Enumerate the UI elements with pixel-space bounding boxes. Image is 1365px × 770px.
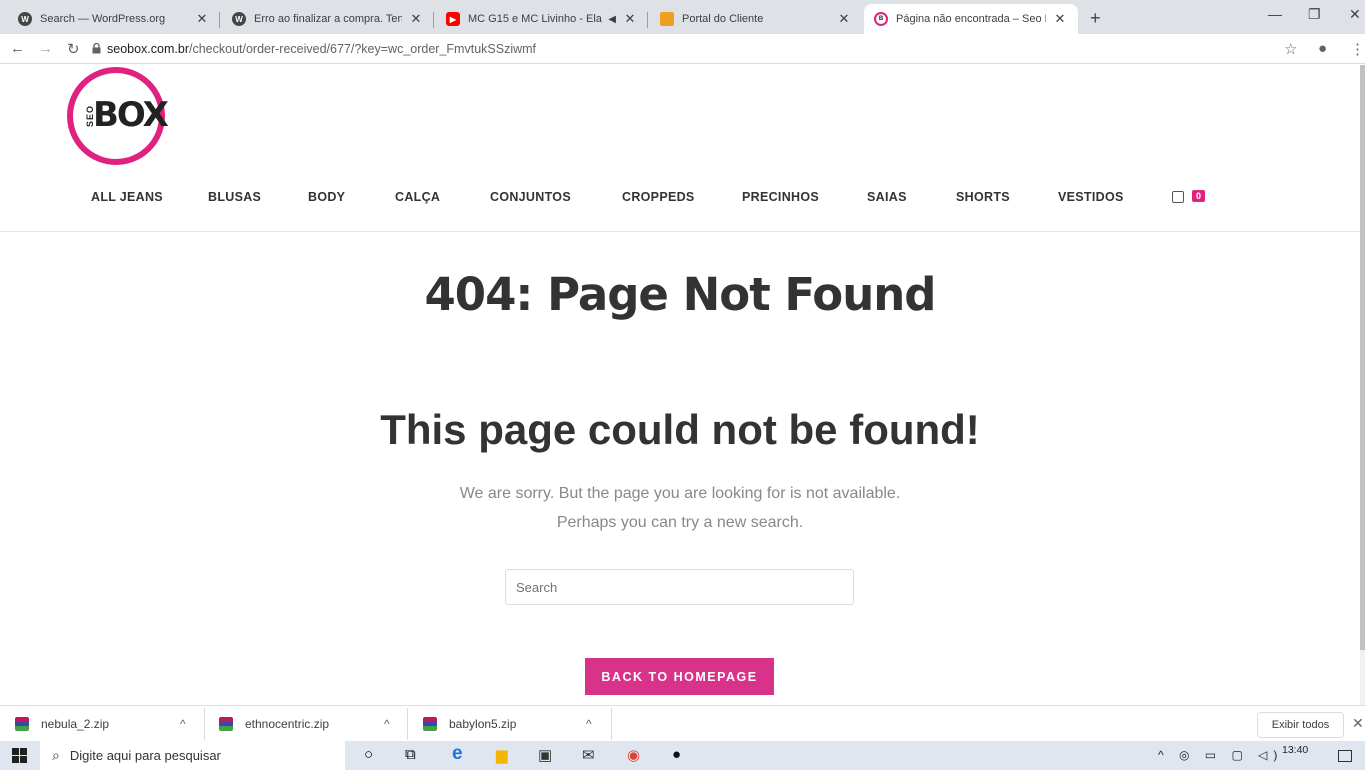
edge-icon[interactable]: e	[452, 743, 463, 765]
url-path: /checkout/order-received/677/?key=wc_ord…	[188, 42, 537, 56]
search-input[interactable]	[505, 569, 854, 605]
file-explorer-icon[interactable]: ▆	[496, 746, 508, 764]
star-icon[interactable]: ☆	[1284, 40, 1297, 58]
logo-box-text: BOX	[93, 95, 169, 135]
nav-body[interactable]: BODY	[308, 190, 345, 204]
chevron-up-icon[interactable]: ^	[586, 717, 592, 731]
taskbar-search[interactable]: ⌕ Digite aqui para pesquisar	[40, 741, 345, 770]
portal-icon	[660, 12, 674, 26]
close-window-button[interactable]: ✕	[1349, 6, 1361, 23]
lock-icon	[92, 43, 101, 54]
minimize-button[interactable]: —	[1268, 6, 1282, 22]
webpage: SEO BOX ALL JEANS BLUSAS BODY CALÇA CONJ…	[0, 65, 1360, 705]
page-title: 404: Page Not Found	[424, 268, 936, 321]
notifications-icon[interactable]	[1338, 750, 1352, 762]
scrollbar-thumb[interactable]	[1360, 65, 1365, 650]
download-item[interactable]: nebula_2.zip ^	[15, 706, 205, 742]
tab-title: Search — WordPress.org	[40, 13, 166, 25]
site-logo[interactable]: SEO BOX	[67, 67, 169, 165]
chevron-up-icon[interactable]: ^	[180, 717, 186, 731]
download-filename: ethnocentric.zip	[245, 717, 330, 731]
screen: W Search — WordPress.org ✕ W Erro ao fin…	[0, 0, 1365, 770]
chevron-up-icon[interactable]: ^	[384, 717, 390, 731]
tab-wordpress-search[interactable]: W Search — WordPress.org ✕	[8, 4, 220, 34]
wordpress-icon: W	[18, 12, 32, 26]
nav-croppeds[interactable]: CROPPEDS	[622, 190, 695, 204]
zip-file-icon	[219, 717, 233, 731]
mail-icon[interactable]: ✉	[582, 746, 595, 764]
close-tab-icon[interactable]: ✕	[408, 11, 424, 27]
windows-start-icon[interactable]	[12, 748, 27, 763]
tab-title: Página não encontrada – Seo Bo	[896, 13, 1046, 25]
windows-taskbar: ⌕ Digite aqui para pesquisar ○ ⧉ e ▆ ▣ ✉…	[0, 741, 1365, 770]
close-tab-icon[interactable]: ✕	[622, 11, 638, 27]
error-message-line2: Perhaps you can try a new search.	[556, 514, 804, 531]
store-icon[interactable]: ▣	[538, 746, 552, 764]
profile-icon[interactable]: ●	[1318, 40, 1327, 57]
new-tab-button[interactable]: +	[1090, 8, 1101, 29]
seobox-icon: B	[874, 12, 888, 26]
download-filename: nebula_2.zip	[41, 717, 110, 731]
download-shelf: nebula_2.zip ^ ethnocentric.zip ^ babylo…	[0, 705, 1365, 741]
tab-seobox-active[interactable]: B Página não encontrada – Seo Bo ✕	[864, 4, 1078, 34]
taskbar-search-placeholder: Digite aqui para pesquisar	[69, 748, 221, 763]
download-item[interactable]: ethnocentric.zip ^	[219, 706, 409, 742]
download-filename: babylon5.zip	[449, 717, 517, 731]
wordpress-icon: W	[232, 12, 246, 26]
speaker-icon[interactable]: ◀	[608, 14, 616, 25]
back-icon[interactable]: ←	[10, 40, 25, 57]
close-tab-icon[interactable]: ✕	[836, 11, 852, 27]
reload-icon[interactable]: ↻	[67, 40, 80, 58]
nav-shorts[interactable]: SHORTS	[956, 190, 1010, 204]
nav-all-jeans[interactable]: ALL JEANS	[91, 190, 163, 204]
zip-file-icon	[423, 717, 437, 731]
tab-title: Erro ao finalizar a compra. Tente	[254, 13, 402, 25]
header-divider	[0, 231, 1360, 232]
shopping-bag-icon	[1172, 191, 1184, 203]
maximize-button[interactable]: ❐	[1308, 6, 1321, 23]
chrome-icon[interactable]: ◉	[627, 746, 640, 764]
forward-icon[interactable]: →	[38, 40, 53, 57]
zip-file-icon	[15, 717, 29, 731]
url-field[interactable]: seobox.com.br/checkout/order-received/67…	[107, 42, 536, 56]
app-icon[interactable]: ●	[672, 746, 681, 763]
back-to-homepage-button[interactable]: BACK TO HOMEPAGE	[585, 658, 774, 695]
nav-calca[interactable]: CALÇA	[395, 190, 440, 204]
system-tray-icons[interactable]: ^ ◎ ▭ ▢ ◁)	[1158, 748, 1283, 762]
nav-conjuntos[interactable]: CONJUNTOS	[490, 190, 571, 204]
tab-title: MC G15 e MC Livinho - Ela V	[468, 13, 605, 25]
search-icon: ⌕	[52, 747, 60, 763]
error-message-line1: We are sorry. But the page you are looki…	[459, 485, 901, 502]
nav-blusas[interactable]: BLUSAS	[208, 190, 261, 204]
download-item[interactable]: babylon5.zip ^	[423, 706, 613, 742]
tab-youtube[interactable]: ▶ MC G15 e MC Livinho - Ela V ◀ ✕	[436, 4, 648, 34]
tab-title: Portal do Cliente	[682, 13, 764, 25]
youtube-icon: ▶	[446, 12, 460, 26]
tab-erro-compra[interactable]: W Erro ao finalizar a compra. Tente ✕	[222, 4, 434, 34]
nav-precinhos[interactable]: PRECINHOS	[742, 190, 819, 204]
address-bar: ← → ↻ seobox.com.br/checkout/order-recei…	[0, 34, 1365, 64]
url-host: seobox.com.br	[107, 42, 189, 56]
cortana-icon[interactable]: ○	[364, 746, 373, 763]
nav-vestidos[interactable]: VESTIDOS	[1058, 190, 1124, 204]
show-all-downloads-button[interactable]: Exibir todos	[1257, 712, 1344, 738]
nav-saias[interactable]: SAIAS	[867, 190, 907, 204]
close-tab-icon[interactable]: ✕	[1052, 11, 1068, 27]
tab-portal-cliente[interactable]: Portal do Cliente ✕	[650, 4, 862, 34]
cart-count-badge: 0	[1192, 190, 1206, 202]
menu-dots-icon[interactable]: ⋮	[1350, 40, 1365, 58]
close-tab-icon[interactable]: ✕	[194, 11, 210, 27]
clock[interactable]: 13:40	[1282, 744, 1308, 756]
browser-tabstrip: W Search — WordPress.org ✕ W Erro ao fin…	[0, 0, 1365, 34]
close-download-shelf-icon[interactable]: ✕	[1352, 715, 1364, 732]
task-view-icon[interactable]: ⧉	[405, 746, 416, 763]
error-heading: This page could not be found!	[380, 406, 980, 453]
main-nav: ALL JEANS BLUSAS BODY CALÇA CONJUNTOS CR…	[0, 190, 1360, 210]
